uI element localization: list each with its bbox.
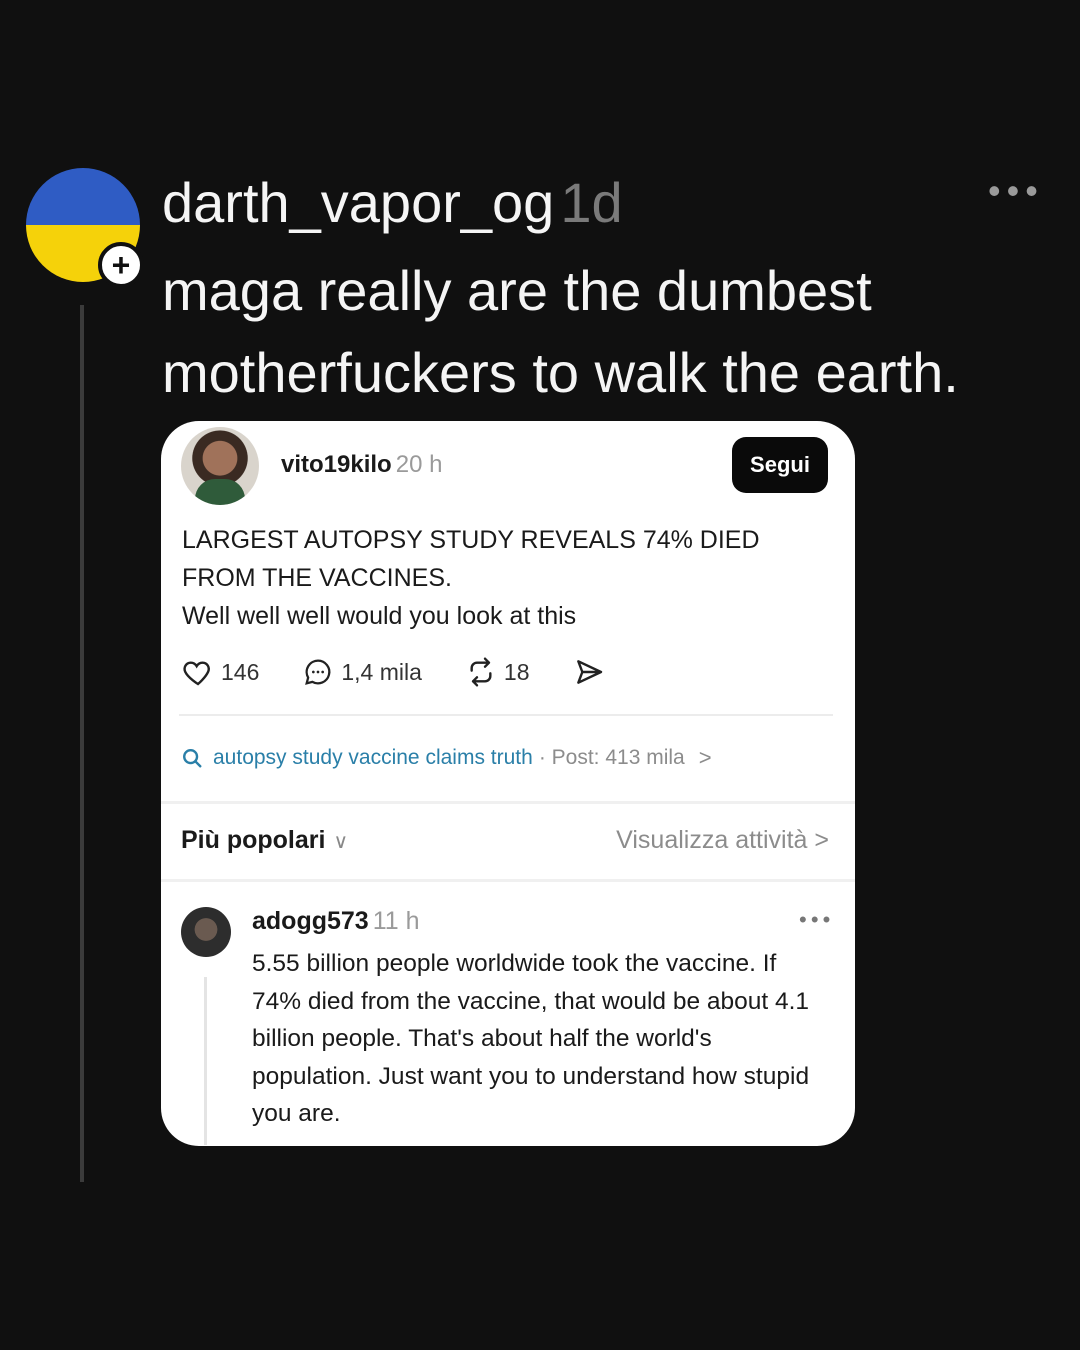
topic-row: autopsy study vaccine claims truth · Pos… (181, 745, 712, 771)
divider (179, 714, 833, 716)
reply-user-row: adogg573 11 h (252, 907, 420, 936)
embedded-screenshot[interactable]: vito19kilo 20 h Segui LARGEST AUTOPSY STU… (161, 421, 855, 1146)
post-username[interactable]: darth_vapor_og (162, 171, 554, 234)
reply-time: 11 h (372, 907, 420, 935)
flag-blue-half (26, 168, 140, 225)
follow-button: Segui (732, 437, 828, 493)
reposts-count: 18 (503, 658, 530, 685)
share-action (572, 656, 612, 688)
likes-count: 146 (221, 658, 260, 685)
reply-more-icon: • • • (799, 907, 830, 932)
reply-thread-line (204, 977, 207, 1145)
post-header: darth_vapor_og 1d (162, 170, 623, 235)
sort-label: Più popolari (181, 826, 326, 854)
chevron-down-icon: ∨ (333, 831, 349, 853)
sort-selector: Più popolari ∨ (181, 826, 348, 855)
action-bar: 146 1,4 mila 18 (181, 652, 654, 692)
share-icon (576, 660, 602, 684)
more-options-icon[interactable]: • • • (988, 170, 1038, 212)
chevron-right-icon: > (807, 826, 829, 854)
repost-action: 18 (464, 656, 530, 688)
thread-line (80, 305, 84, 1182)
embedded-text-line2: Well well well would you look at this (182, 602, 577, 630)
topic-meta: · Post: 413 mila (538, 746, 685, 769)
post-time: 1d (560, 171, 623, 234)
comment-action: 1,4 mila (301, 656, 422, 688)
chevron-right-icon: > (698, 745, 712, 770)
embedded-text: LARGEST AUTOPSY STUDY REVEALS 74% DIED F… (182, 521, 822, 635)
like-action: 146 (181, 656, 259, 688)
search-icon (183, 749, 202, 768)
sort-row: Più popolari ∨ Visualizza attività > (181, 826, 829, 855)
reply-text: 5.55 billion people worldwide took the v… (252, 950, 810, 1127)
embedded-time: 20 h (395, 451, 443, 478)
embedded-user-row: vito19kilo 20 h (281, 451, 442, 479)
embedded-text-line1: LARGEST AUTOPSY STUDY REVEALS 74% DIED F… (182, 526, 760, 592)
comments-count: 1,4 mila (341, 658, 422, 685)
embedded-username: vito19kilo (281, 451, 392, 478)
embedded-avatar (181, 427, 259, 505)
view-activity-link: Visualizza attività > (616, 826, 829, 855)
activity-label: Visualizza attività (616, 826, 808, 854)
divider (161, 879, 855, 882)
avatar-shirt (195, 479, 245, 505)
reply-avatar (181, 907, 231, 957)
comment-icon (305, 659, 331, 685)
follow-plus-icon[interactable]: + (98, 242, 144, 288)
topic-link: autopsy study vaccine claims truth (213, 746, 533, 769)
heart-icon (183, 661, 210, 686)
repost-icon (470, 657, 492, 687)
post-text: maga really are the dumbest motherfucker… (162, 259, 959, 404)
divider (161, 801, 855, 804)
reply-username: adogg573 (252, 907, 369, 935)
